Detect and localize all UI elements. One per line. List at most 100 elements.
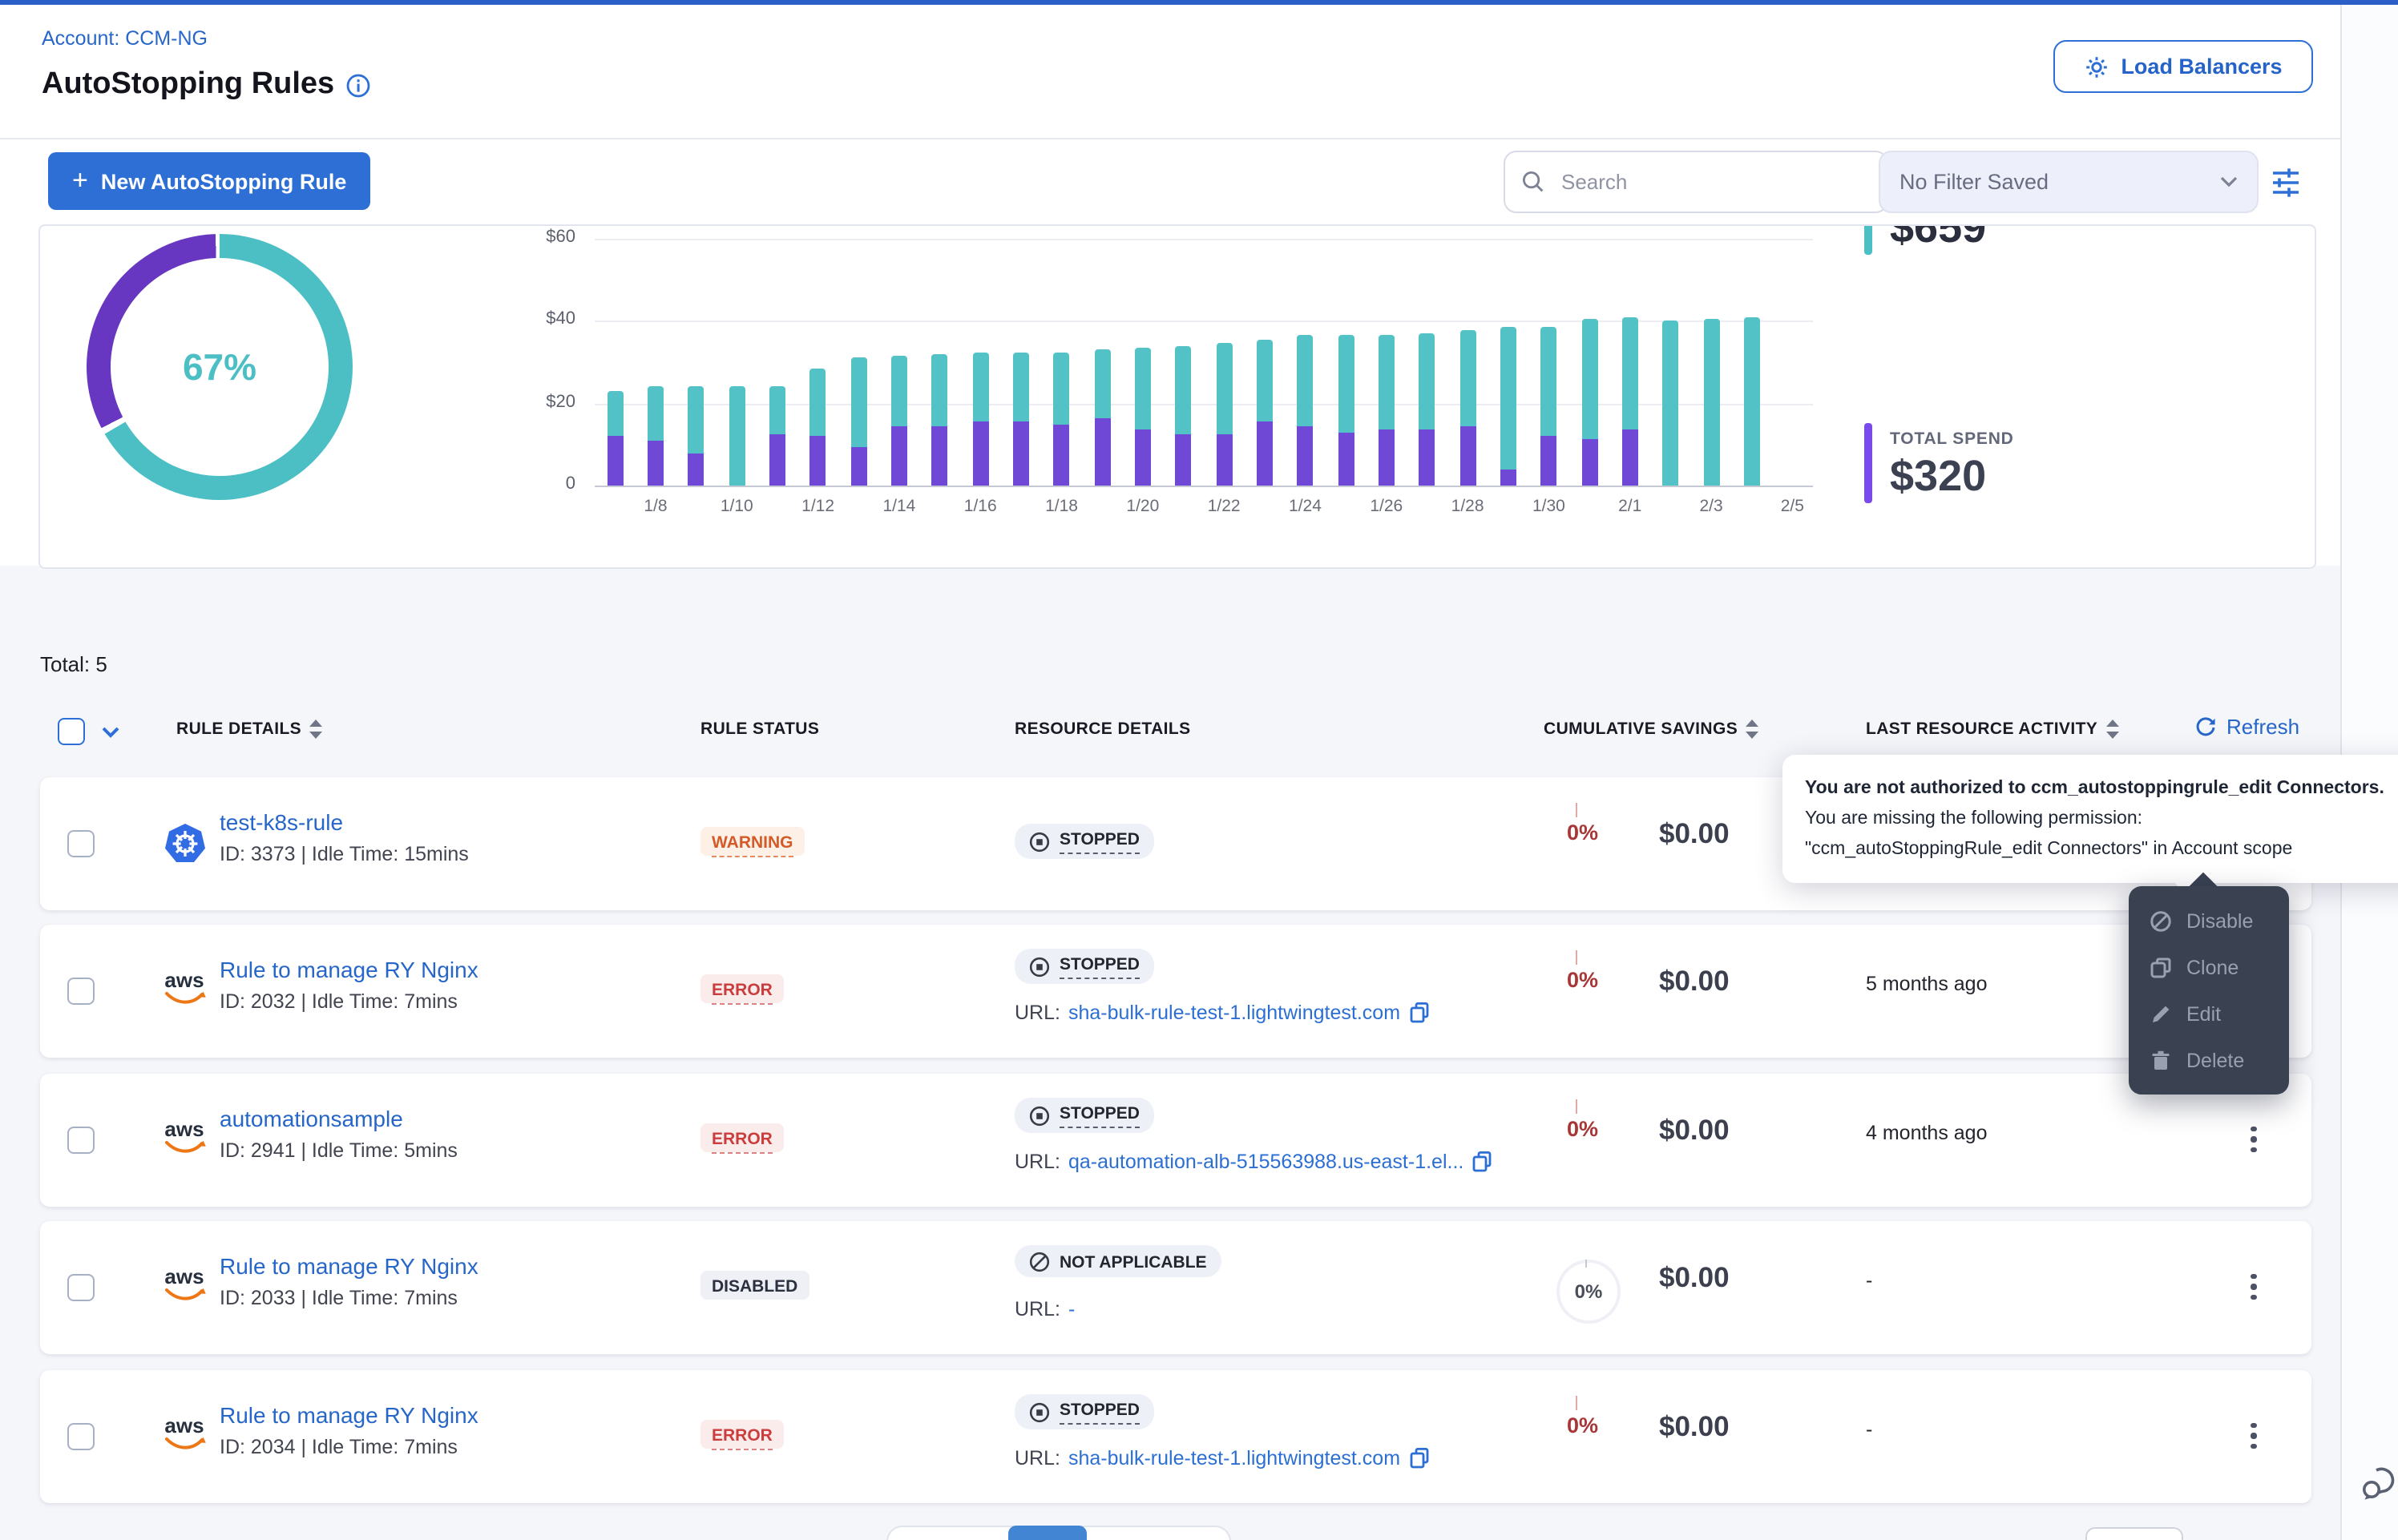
menu-item-delete[interactable]: Delete [2129,1037,2289,1083]
row-checkbox[interactable] [67,1127,95,1154]
menu-item-edit[interactable]: Edit [2129,990,2289,1037]
resource-url-link[interactable]: qa-automation-alb-515563988.us-east-1.el… [1068,1151,1463,1173]
stopped-icon [1029,1106,1050,1127]
savings-percent: 0% [1534,820,1598,845]
autostopping-rules-page: Account: CCM-NG AutoStopping Rules Load … [0,0,2398,1540]
aws-icon: aws [162,1119,207,1154]
rule-meta: ID: 2941 | Idle Time: 5mins [220,1139,458,1162]
resource-state-badge[interactable]: STOPPED [1015,1098,1154,1133]
row-checkbox[interactable] [67,1274,95,1301]
rule-name-link[interactable]: Rule to manage RY Nginx [220,957,478,982]
refresh-icon [2194,716,2217,738]
new-autostopping-rule-button[interactable]: + New AutoStopping Rule [48,152,370,210]
page-size-select[interactable] [2085,1527,2183,1540]
saved-filter-select[interactable]: No Filter Saved [1879,151,2259,213]
last-activity: - [1866,1418,1872,1441]
total-spend-value: $320 [1890,452,1986,502]
menu-item-disable[interactable]: Disable [2129,897,2289,944]
row-checkbox[interactable] [67,1423,95,1450]
search-icon [1521,170,1545,194]
rule-meta: ID: 3373 | Idle Time: 15mins [220,843,469,865]
savings-percent: 0% [1534,968,1598,992]
y-tick-20: $20 [479,393,575,412]
rule-meta: ID: 2032 | Idle Time: 7mins [220,990,458,1013]
table-row[interactable]: aws Rule to manage RY Nginx ID: 2032 | I… [40,925,2311,1058]
pagination-active-page[interactable] [1008,1526,1087,1540]
load-balancers-button[interactable]: Load Balancers [2053,40,2313,93]
total-spend-accent [1864,423,1872,503]
search-box [1504,151,1888,213]
menu-item-clone[interactable]: Clone [2129,944,2289,990]
savings-amount: $0.00 [1659,1410,1730,1444]
donut-percent-label: 67% [183,345,256,389]
table-row[interactable]: aws Rule to manage RY Nginx ID: 2033 | I… [40,1221,2311,1354]
copy-icon[interactable] [1472,1151,1492,1173]
edit-icon [2150,1002,2172,1025]
rule-name-link[interactable]: Rule to manage RY Nginx [220,1402,478,1428]
sort-icon[interactable] [309,720,322,739]
new-rule-label: New AutoStopping Rule [101,169,346,193]
copy-icon[interactable] [1408,1447,1429,1469]
column-last-resource-activity: LAST RESOURCE ACTIVITY [1866,720,2118,739]
row-actions-menu-button[interactable] [2239,1266,2268,1308]
row-checkbox[interactable] [67,978,95,1005]
resource-state-badge[interactable]: STOPPED [1015,824,1154,859]
sort-icon[interactable] [1746,720,1758,739]
stopped-icon [1029,832,1050,853]
rule-status-badge[interactable]: WARNING [700,827,805,856]
rule-name-link[interactable]: Rule to manage RY Nginx [220,1253,478,1279]
savings-percent-ring: 0% [1556,1260,1621,1324]
aws-icon: aws [162,1266,207,1301]
y-tick-0: 0 [479,474,575,494]
copy-icon[interactable] [1408,1002,1429,1024]
resource-url-link[interactable]: sha-bulk-rule-test-1.lightwingtest.com [1068,1002,1400,1024]
savings-percent: 0% [1534,1117,1598,1141]
sort-icon[interactable] [2105,720,2118,739]
help-chat-button[interactable] [2360,1461,2398,1503]
column-resource-details: RESOURCE DETAILS [1015,720,1191,739]
column-rule-status: RULE STATUS [700,720,819,739]
resource-url-link[interactable]: - [1068,1298,1075,1320]
donut-hole: 67% [111,258,329,476]
savings-summary-card: 67% $60 $40 $20 0 1/81/101/121/141/161/1… [38,224,2316,569]
resource-state-badge[interactable]: STOPPED [1015,949,1154,984]
refresh-button[interactable]: Refresh [2194,715,2299,739]
spend-savings-bar-chart: 1/81/101/121/141/161/181/201/221/241/261… [595,239,1813,514]
resource-url: URL: sha-bulk-rule-test-1.lightwingtest.… [1015,1447,1429,1469]
search-input[interactable] [1558,168,1821,196]
resource-url: URL: sha-bulk-rule-test-1.lightwingtest.… [1015,1002,1429,1024]
select-all-checkbox[interactable] [58,718,85,745]
savings-amount: $0.00 [1659,965,1730,998]
row-checkbox[interactable] [67,830,95,857]
savings-percent: 0% [1534,1413,1598,1437]
row-actions-menu-button[interactable] [2239,1415,2268,1457]
row-actions-menu-button[interactable] [2239,1119,2268,1160]
y-tick-40: $40 [479,309,575,329]
table-row[interactable]: aws automationsample ID: 2941 | Idle Tim… [40,1074,2311,1207]
rule-status-badge[interactable]: ERROR [700,1123,784,1152]
rule-status-badge[interactable]: ERROR [700,1420,784,1449]
total-savings-accent [1864,224,1872,255]
filter-panel-icon[interactable] [2267,162,2305,200]
plus-icon: + [72,165,88,197]
savings-donut-chart: 67% [87,234,353,500]
x-axis-labels: 1/81/101/121/141/161/181/201/221/241/261… [595,497,1813,516]
savings-amount: $0.00 [1659,817,1730,851]
resource-state-badge[interactable]: STOPPED [1015,1394,1154,1429]
info-icon[interactable] [345,73,369,97]
page-title: AutoStopping Rules [42,67,369,103]
rule-meta: ID: 2033 | Idle Time: 7mins [220,1287,458,1309]
rule-status-badge[interactable]: ERROR [700,974,784,1003]
rule-name-link[interactable]: test-k8s-rule [220,809,343,835]
disable-icon [2150,909,2172,932]
select-menu-chevron-icon[interactable] [101,726,120,739]
resource-url-link[interactable]: sha-bulk-rule-test-1.lightwingtest.com [1068,1447,1400,1469]
not-applicable-icon [1029,1252,1050,1272]
resource-state-badge: NOT APPLICABLE [1015,1245,1221,1277]
rule-name-link[interactable]: automationsample [220,1106,403,1131]
table-row[interactable]: aws Rule to manage RY Nginx ID: 2034 | I… [40,1370,2311,1503]
breadcrumb-account[interactable]: Account: CCM-NG [42,27,208,50]
kubernetes-icon [164,822,207,865]
load-balancers-label: Load Balancers [2121,54,2282,79]
aws-icon: aws [162,1415,207,1450]
